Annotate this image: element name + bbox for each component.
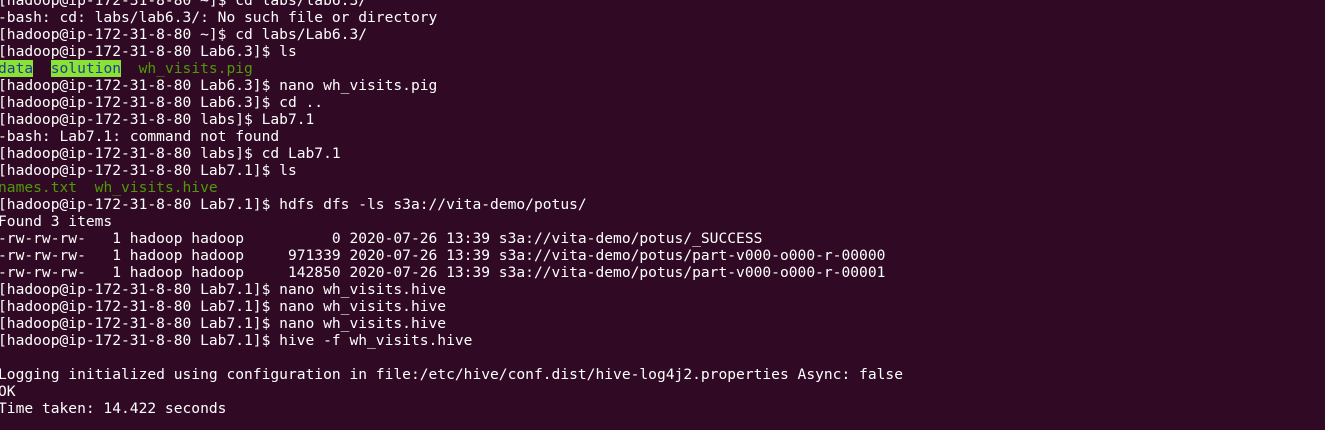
hdfs-listing-row: -rw-rw-rw- 1 hadoop hadoop 0 2020-07-26 … [0, 230, 763, 247]
dir-entry-data: data [0, 60, 34, 77]
terminal-line: [hadoop@ip-172-31-8-80 Lab7.1]$ nano wh_… [0, 298, 447, 315]
terminal-window[interactable]: [hadoop@ip-172-31-8-80 ~]$ cd labs/lab6.… [0, 0, 1325, 430]
hdfs-listing-row: -rw-rw-rw- 1 hadoop hadoop 142850 2020-0… [0, 264, 886, 281]
terminal-line: [hadoop@ip-172-31-8-80 Lab7.1]$ hive -f … [0, 332, 473, 349]
terminal-line: [hadoop@ip-172-31-8-80 Lab6.3]$ cd .. [0, 94, 324, 111]
file-entry-hive: wh_visits.hive [94, 179, 218, 196]
file-entry-pig: wh_visits.pig [138, 60, 253, 77]
ls-output-line: data solution wh_visits.pig [0, 60, 1325, 77]
ls-output-line: names.txt wh_visits.hive [0, 179, 1325, 196]
terminal-output: [hadoop@ip-172-31-8-80 ~]$ cd labs/lab6.… [0, 0, 1325, 417]
terminal-line: [hadoop@ip-172-31-8-80 labs]$ Lab7.1 [0, 111, 315, 128]
dir-entry-solution: solution [50, 60, 122, 77]
terminal-line: Found 3 items [0, 213, 113, 230]
hdfs-listing-row: -rw-rw-rw- 1 hadoop hadoop 971339 2020-0… [0, 247, 886, 264]
terminal-line: OK [0, 383, 16, 400]
terminal-line: Logging initialized using configuration … [0, 366, 903, 383]
terminal-line: [hadoop@ip-172-31-8-80 ~]$ cd labs/Lab6.… [0, 26, 368, 43]
terminal-line: [hadoop@ip-172-31-8-80 Lab7.1]$ nano wh_… [0, 315, 447, 332]
terminal-line: -bash: Lab7.1: command not found [0, 128, 280, 145]
terminal-line: [hadoop@ip-172-31-8-80 Lab7.1]$ nano wh_… [0, 281, 447, 298]
terminal-line: [hadoop@ip-172-31-8-80 Lab7.1]$ ls [0, 162, 297, 179]
terminal-line: Time taken: 14.422 seconds [0, 400, 227, 417]
terminal-line: [hadoop@ip-172-31-8-80 ~]$ cd labs/lab6.… [0, 0, 368, 9]
terminal-line: [hadoop@ip-172-31-8-80 Lab6.3]$ nano wh_… [0, 77, 438, 94]
terminal-line: -bash: cd: labs/lab6.3/: No such file or… [0, 9, 438, 26]
file-entry-names: names.txt [0, 179, 78, 196]
terminal-line: [hadoop@ip-172-31-8-80 Lab6.3]$ ls [0, 43, 297, 60]
terminal-line: [hadoop@ip-172-31-8-80 Lab7.1]$ hdfs dfs… [0, 196, 587, 213]
terminal-line: [hadoop@ip-172-31-8-80 labs]$ cd Lab7.1 [0, 145, 341, 162]
